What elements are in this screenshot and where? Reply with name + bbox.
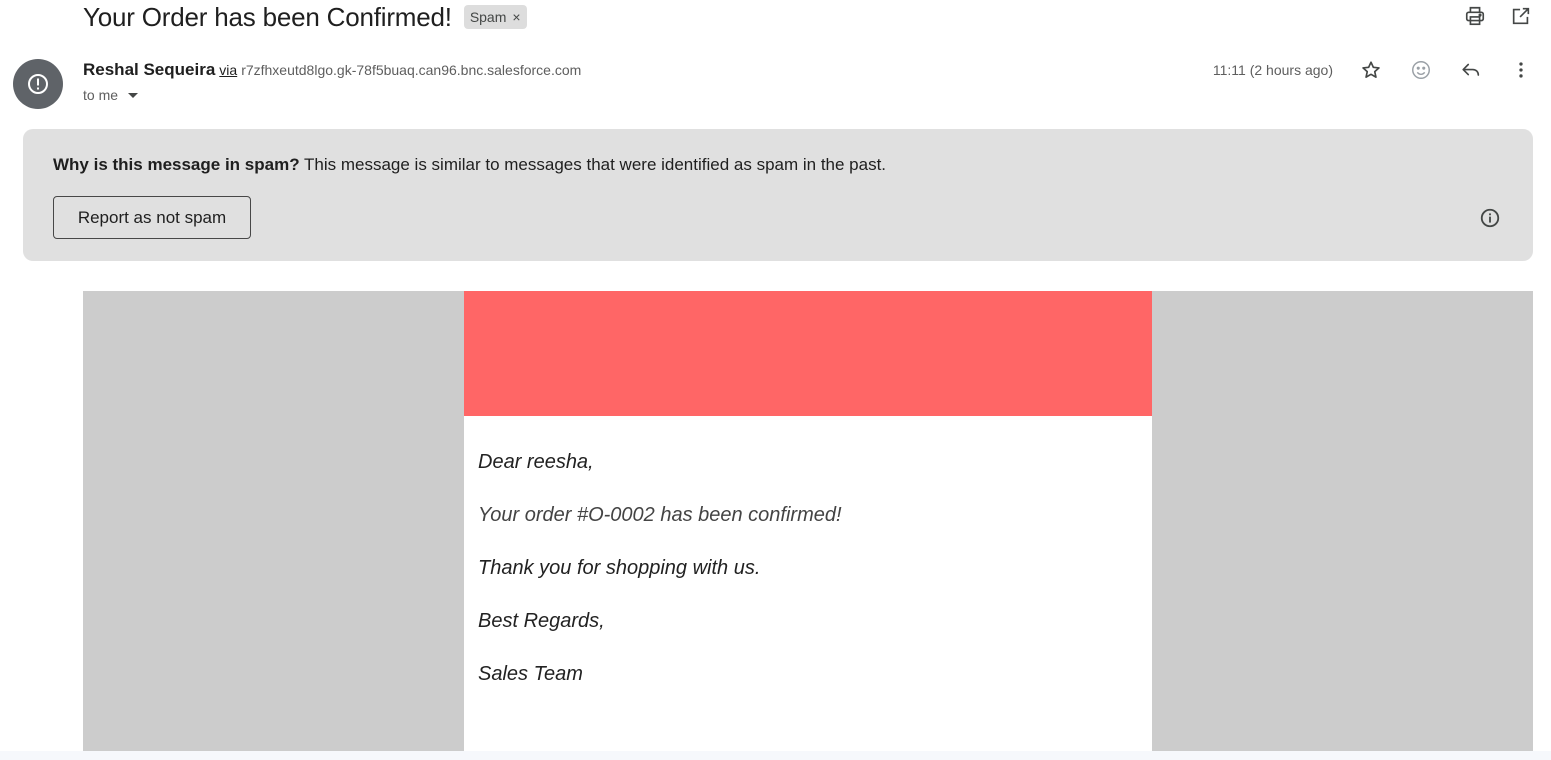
email-message: Dear reesha, Your order #O-0002 has been… (464, 416, 1152, 686)
message-actions (1359, 58, 1533, 82)
sender-avatar (13, 59, 63, 109)
recipient-text: to me (83, 87, 119, 103)
email-view: Your Order has been Confirmed! Spam × Re… (0, 0, 1551, 760)
via-link[interactable]: via (219, 62, 237, 78)
report-not-spam-button[interactable]: Report as not spam (53, 196, 251, 239)
greeting-line: Dear reesha, (478, 451, 594, 473)
email-body-background: Dear reesha, Your order #O-0002 has been… (83, 291, 1533, 751)
spam-warning-banner: Why is this message in spam? This messag… (23, 129, 1533, 261)
subject-row: Your Order has been Confirmed! Spam × (83, 0, 527, 34)
remove-label-icon[interactable]: × (512, 9, 520, 25)
alert-icon (28, 74, 48, 94)
star-icon[interactable] (1359, 58, 1383, 82)
recipient-details-toggle[interactable]: to me (83, 87, 139, 103)
open-in-new-window-icon[interactable] (1509, 4, 1533, 28)
emoji-icon[interactable] (1409, 58, 1433, 82)
signature-line: Sales Team (478, 663, 583, 685)
sender-name[interactable]: Reshal Sequeira (83, 60, 215, 80)
email-header-banner (464, 291, 1152, 416)
email-body-card: Dear reesha, Your order #O-0002 has been… (464, 291, 1152, 751)
spam-reason-explanation: This message is similar to messages that… (299, 155, 887, 174)
message-time: 11:11 (2 hours ago) (1212, 62, 1333, 78)
closing-line: Best Regards, (478, 610, 605, 632)
reply-icon[interactable] (1459, 58, 1483, 82)
sender-line: Reshal Sequeira via r7zfhxeutd8lgo.gk-78… (83, 60, 581, 80)
spam-reason: Why is this message in spam? This messag… (53, 155, 886, 175)
top-actions (1463, 4, 1533, 28)
thanks-line: Thank you for shopping with us. (478, 557, 761, 579)
message-meta: 11:11 (2 hours ago) (1213, 58, 1533, 82)
email-subject: Your Order has been Confirmed! (83, 1, 452, 32)
confirmation-line: Your order #O-0002 has been confirmed! (478, 504, 842, 526)
info-icon[interactable] (1479, 207, 1501, 229)
print-icon[interactable] (1463, 4, 1487, 28)
chevron-down-icon (128, 92, 139, 98)
bottom-strip (0, 751, 1551, 760)
more-vert-icon[interactable] (1509, 58, 1533, 82)
spam-label-text: Spam (469, 9, 507, 25)
spam-reason-question: Why is this message in spam? (53, 155, 300, 174)
sender-address: r7zfhxeutd8lgo.gk-78f5buaq.can96.bnc.sal… (241, 62, 582, 78)
spam-label-chip[interactable]: Spam × (463, 5, 527, 29)
